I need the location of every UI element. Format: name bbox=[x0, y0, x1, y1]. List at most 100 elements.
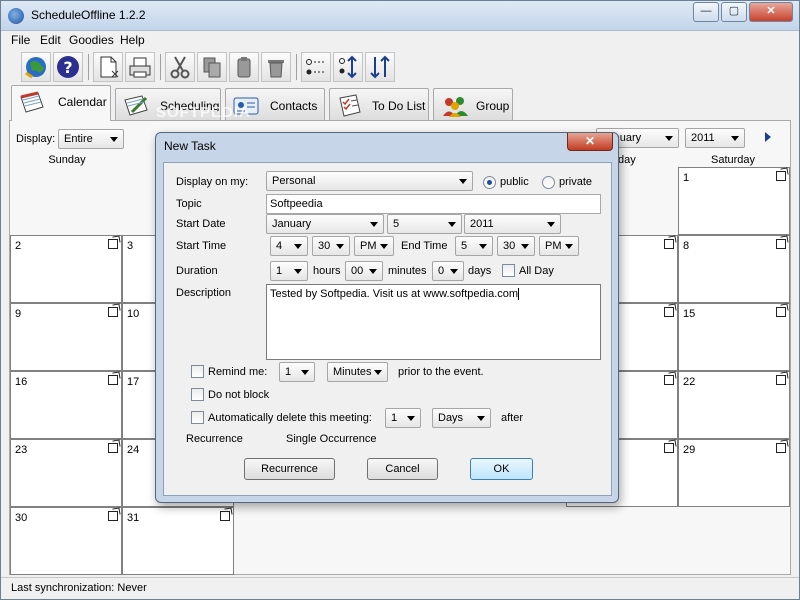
dialog-close-button[interactable]: ✕ bbox=[567, 133, 613, 151]
duration-days-select[interactable]: 0 bbox=[432, 261, 464, 281]
end-ampm-select[interactable]: PM bbox=[539, 236, 579, 256]
next-month-arrow-icon[interactable] bbox=[765, 132, 771, 142]
help-icon[interactable]: ? bbox=[53, 52, 83, 82]
add-note-icon[interactable] bbox=[776, 307, 786, 317]
tab-bar: Calendar Scheduling Contacts To Do List … bbox=[11, 85, 791, 121]
title-bar: ScheduleOffline 1.2.2 — ▢ ✕ bbox=[1, 1, 799, 31]
tab-calendar[interactable]: Calendar bbox=[11, 85, 111, 121]
add-note-icon[interactable] bbox=[108, 511, 118, 521]
chevron-down-icon bbox=[665, 136, 673, 141]
day-cell[interactable]: 31 bbox=[122, 507, 234, 575]
remind-unit-select[interactable]: Minutes bbox=[327, 362, 388, 382]
menu-file[interactable]: File bbox=[11, 33, 30, 47]
display-select[interactable]: Entire bbox=[58, 129, 124, 149]
add-note-icon[interactable] bbox=[108, 239, 118, 249]
add-note-icon[interactable] bbox=[776, 375, 786, 385]
add-note-icon[interactable] bbox=[776, 171, 786, 181]
start-month-select[interactable]: January bbox=[266, 214, 384, 234]
paste-icon[interactable] bbox=[229, 52, 259, 82]
add-note-icon[interactable] bbox=[108, 307, 118, 317]
remind-checkbox[interactable] bbox=[191, 365, 204, 378]
cut-icon[interactable] bbox=[165, 52, 195, 82]
sort-icon[interactable] bbox=[365, 52, 395, 82]
display-select-value: Entire bbox=[64, 133, 93, 145]
copy-icon[interactable] bbox=[197, 52, 227, 82]
day-cell[interactable]: 22 bbox=[678, 371, 790, 439]
start-minute-select[interactable]: 30 bbox=[312, 236, 350, 256]
tab-group[interactable]: Group bbox=[433, 88, 513, 121]
sort-updown-icon[interactable] bbox=[333, 52, 363, 82]
start-day-select[interactable]: 5 bbox=[387, 214, 462, 234]
day-cell[interactable]: 16 bbox=[10, 371, 122, 439]
day-number: 1 bbox=[683, 172, 690, 184]
menu-goodies[interactable]: Goodies bbox=[69, 33, 114, 47]
end-minute-select[interactable]: 30 bbox=[497, 236, 535, 256]
tab-group-label: Group bbox=[476, 99, 510, 113]
day-cell[interactable]: 15 bbox=[678, 303, 790, 371]
do-not-block-checkbox[interactable] bbox=[191, 388, 204, 401]
chevron-down-icon bbox=[370, 222, 378, 227]
description-textarea[interactable]: Tested by Softpedia. Visit us at www.sof… bbox=[266, 284, 601, 360]
add-note-icon[interactable] bbox=[664, 239, 674, 249]
day-cell[interactable]: 30 bbox=[10, 507, 122, 575]
add-note-icon[interactable] bbox=[108, 443, 118, 453]
day-number: 16 bbox=[15, 376, 28, 388]
day-cell[interactable]: 1 bbox=[678, 167, 790, 235]
add-note-icon[interactable] bbox=[664, 307, 674, 317]
day-cell[interactable]: 23 bbox=[10, 439, 122, 507]
private-radio[interactable] bbox=[542, 176, 555, 189]
start-ampm-select[interactable]: PM bbox=[354, 236, 394, 256]
globe-sync-icon[interactable] bbox=[21, 52, 51, 82]
status-text: Last synchronization: Never bbox=[11, 582, 147, 594]
day-cell[interactable]: 2 bbox=[10, 235, 122, 303]
year-select[interactable]: 2011 bbox=[685, 128, 745, 148]
day-number: 15 bbox=[683, 308, 696, 320]
maximize-button[interactable]: ▢ bbox=[721, 2, 747, 22]
auto-delete-checkbox[interactable] bbox=[191, 411, 204, 424]
start-hour-select[interactable]: 4 bbox=[270, 236, 308, 256]
new-document-icon[interactable] bbox=[93, 52, 123, 82]
auto-delete-unit-select[interactable]: Days bbox=[432, 408, 491, 428]
recurrence-label: Recurrence bbox=[186, 433, 243, 445]
add-note-icon[interactable] bbox=[108, 375, 118, 385]
add-note-icon[interactable] bbox=[776, 239, 786, 249]
public-radio[interactable] bbox=[483, 176, 496, 189]
chevron-down-icon bbox=[301, 370, 309, 375]
end-hour-select[interactable]: 5 bbox=[455, 236, 493, 256]
menu-help[interactable]: Help bbox=[120, 33, 145, 47]
start-ampm-value: PM bbox=[360, 240, 377, 252]
add-note-icon[interactable] bbox=[220, 511, 230, 521]
remind-value-select[interactable]: 1 bbox=[279, 362, 315, 382]
chevron-down-icon bbox=[407, 416, 415, 421]
start-year-select[interactable]: 2011 bbox=[464, 214, 561, 234]
duration-hours-select[interactable]: 1 bbox=[270, 261, 308, 281]
duration-label: Duration bbox=[176, 265, 218, 277]
add-note-icon[interactable] bbox=[776, 443, 786, 453]
day-cell[interactable]: 29 bbox=[678, 439, 790, 507]
start-date-label: Start Date bbox=[176, 218, 226, 230]
duration-minutes-select[interactable]: 00 bbox=[345, 261, 383, 281]
display-on-select[interactable]: Personal bbox=[266, 171, 473, 191]
day-cell[interactable]: 9 bbox=[10, 303, 122, 371]
menu-bar: File Edit Goodies Help bbox=[1, 31, 799, 50]
menu-edit[interactable]: Edit bbox=[40, 33, 61, 47]
topic-input[interactable]: Softpeedia bbox=[266, 194, 601, 214]
ok-button[interactable]: OK bbox=[470, 458, 533, 480]
close-button[interactable]: ✕ bbox=[749, 2, 793, 22]
start-day-value: 5 bbox=[393, 218, 400, 230]
recurrence-button[interactable]: Recurrence bbox=[244, 458, 335, 480]
auto-delete-value-select[interactable]: 1 bbox=[385, 408, 421, 428]
tab-todo-list[interactable]: To Do List bbox=[329, 88, 429, 121]
cancel-button[interactable]: Cancel bbox=[367, 458, 438, 480]
list-options-icon[interactable] bbox=[301, 52, 331, 82]
todo-icon bbox=[336, 94, 362, 117]
add-note-icon[interactable] bbox=[664, 443, 674, 453]
auto-delete-label: Automatically delete this meeting: bbox=[208, 412, 372, 424]
delete-icon[interactable] bbox=[261, 52, 291, 82]
all-day-checkbox[interactable] bbox=[502, 264, 515, 277]
minimize-button[interactable]: — bbox=[693, 2, 719, 22]
day-cell[interactable]: 8 bbox=[678, 235, 790, 303]
print-icon[interactable] bbox=[125, 52, 155, 82]
day-number: 17 bbox=[127, 376, 140, 388]
add-note-icon[interactable] bbox=[664, 375, 674, 385]
